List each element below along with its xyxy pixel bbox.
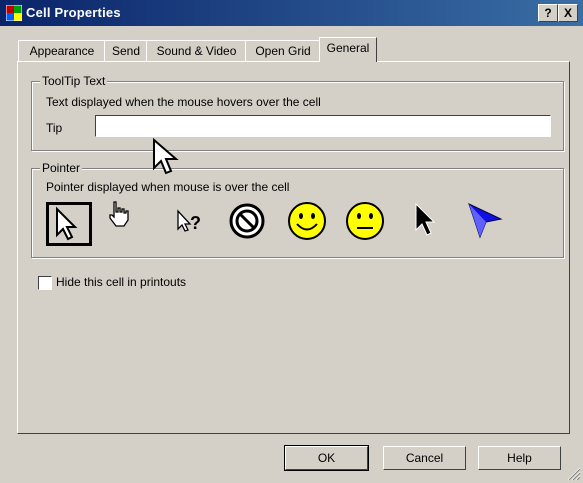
black-arrow-cursor-icon[interactable]: [412, 202, 440, 240]
tab-send[interactable]: Send: [104, 40, 148, 61]
hide-in-printouts-checkbox[interactable]: [38, 276, 52, 290]
tip-label: Tip: [46, 121, 63, 135]
cancel-button[interactable]: Cancel: [383, 446, 466, 470]
blue-arrow-cursor-icon[interactable]: [465, 201, 505, 241]
app-icon: [6, 5, 22, 21]
arrow-cursor-icon: [56, 206, 78, 241]
tab-open-grid[interactable]: Open Grid: [245, 40, 321, 61]
cell-properties-dialog: Cell Properties ? X Appearance Send Soun…: [0, 0, 583, 483]
help-cursor-icon[interactable]: ?: [176, 209, 208, 235]
window-title: Cell Properties: [26, 5, 121, 20]
smiley-neutral-icon[interactable]: [345, 201, 385, 241]
no-entry-cursor-icon[interactable]: [228, 202, 266, 240]
tab-appearance[interactable]: Appearance: [18, 40, 106, 61]
help-button[interactable]: Help: [478, 446, 561, 470]
tooltip-group-title: ToolTip Text: [40, 74, 108, 88]
svg-text:?: ?: [190, 213, 201, 233]
tab-general[interactable]: General: [319, 37, 377, 62]
help-title-button[interactable]: ?: [538, 4, 558, 22]
resize-grip-icon[interactable]: [567, 467, 581, 481]
hide-in-printouts-label[interactable]: Hide this cell in printouts: [56, 275, 186, 289]
pointer-description: Pointer displayed when mouse is over the…: [46, 180, 290, 194]
hand-cursor-icon[interactable]: [106, 200, 132, 228]
pointer-option-arrow[interactable]: [46, 202, 92, 246]
tip-input[interactable]: [95, 115, 551, 137]
close-title-button[interactable]: X: [558, 4, 578, 22]
tab-sound-video[interactable]: Sound & Video: [146, 40, 247, 61]
ok-button[interactable]: OK: [284, 445, 369, 471]
smiley-happy-icon[interactable]: [287, 201, 327, 241]
tooltip-description: Text displayed when the mouse hovers ove…: [46, 95, 321, 109]
pointer-group-title: Pointer: [40, 161, 83, 175]
mouse-cursor-icon: [153, 138, 179, 175]
title-bar[interactable]: Cell Properties ? X: [0, 0, 583, 26]
